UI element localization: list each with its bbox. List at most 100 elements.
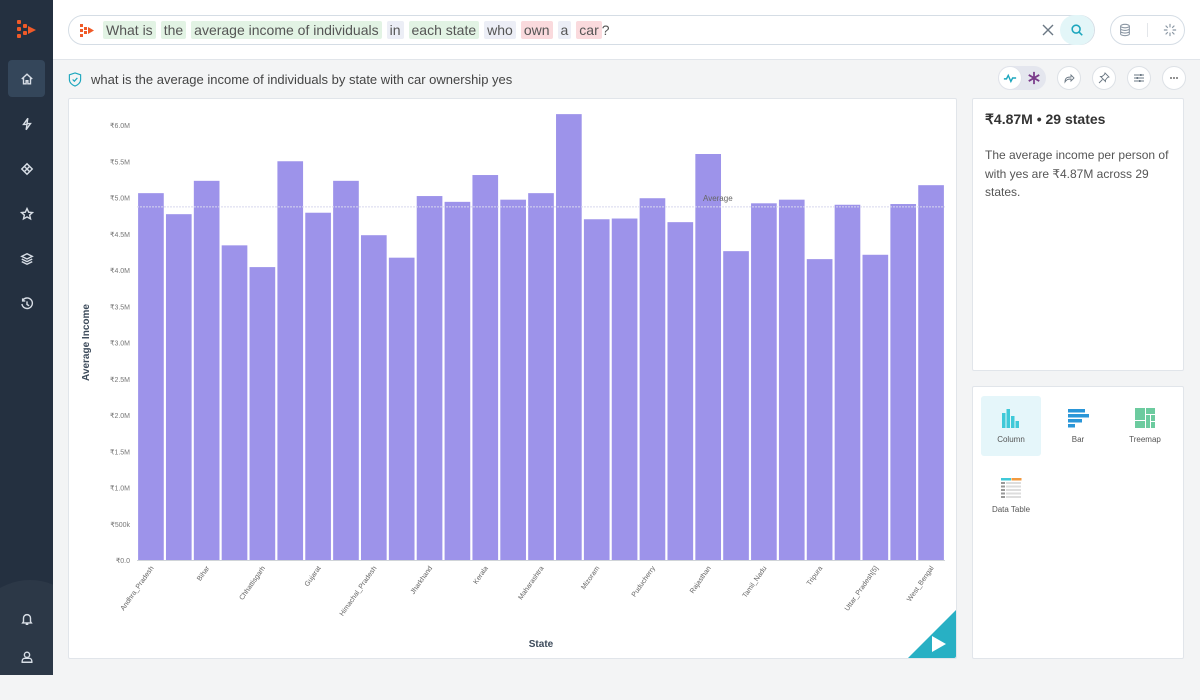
view-mode-toggle[interactable]: [998, 66, 1046, 90]
search-token[interactable]: who: [484, 21, 516, 39]
bar[interactable]: [277, 161, 304, 560]
summary-headline: ₹4.87M • 29 states: [985, 111, 1106, 127]
bar[interactable]: [138, 193, 164, 560]
x-tick-label: Jharkhand: [410, 565, 435, 596]
search-bar[interactable]: What is the average income of individuals i…: [68, 15, 1095, 45]
diamond-grid-icon: [20, 162, 33, 175]
search-token[interactable]: own: [520, 21, 553, 39]
viz-option-label: Treemap: [1129, 435, 1161, 444]
asterisk-icon: [1028, 71, 1040, 85]
bar[interactable]: [611, 218, 638, 560]
column-chart: ₹0.0 ₹500k ₹1.0M ₹1.5M ₹2.0M ₹2.5M ₹3.0M ₹3.5M ₹…: [81, 114, 945, 650]
clear-search-icon[interactable]: [1040, 22, 1056, 38]
y-tick-label: ₹5.5M: [110, 158, 130, 166]
bar[interactable]: [305, 212, 331, 560]
viz-option-treemap[interactable]: Treemap: [1115, 396, 1175, 456]
bar[interactable]: [890, 204, 917, 560]
toggle-insights-view[interactable]: [998, 66, 1022, 90]
y-tick-label: ₹6.0M: [110, 122, 130, 130]
search-token[interactable]: each state: [408, 21, 480, 39]
search-token[interactable]: the: [160, 21, 187, 39]
bar[interactable]: [723, 251, 749, 560]
search-token[interactable]: in: [386, 21, 404, 39]
bar[interactable]: [862, 254, 889, 560]
search-button[interactable]: [1060, 15, 1094, 45]
more-options-button[interactable]: [1162, 66, 1186, 90]
y-tick-label: ₹3.5M: [110, 303, 130, 311]
bar[interactable]: [695, 154, 722, 560]
x-tick-label: Kerala: [473, 565, 490, 586]
bar[interactable]: [444, 201, 471, 560]
bar[interactable]: [388, 257, 415, 560]
sliders-icon: [1134, 74, 1144, 82]
bar[interactable]: [472, 175, 499, 560]
search-icon: [1071, 24, 1083, 36]
average-label: Average: [703, 194, 733, 203]
pin-icon: [1098, 72, 1110, 84]
interpreted-query-text: what is the average income of individual…: [91, 71, 513, 87]
sidebar-item-insights[interactable]: [8, 105, 45, 142]
bar[interactable]: [416, 196, 443, 561]
x-tick-label: Maharashtra: [517, 565, 545, 601]
sidebar-item-profile[interactable]: [8, 638, 45, 675]
bar[interactable]: [667, 222, 694, 560]
pin-button[interactable]: [1092, 66, 1116, 90]
bar[interactable]: [165, 214, 192, 561]
share-button[interactable]: [1057, 66, 1081, 90]
sidebar-item-history[interactable]: [8, 285, 45, 322]
bar[interactable]: [500, 199, 526, 561]
sidebar-item-datasets[interactable]: [8, 240, 45, 277]
search-query-tokens[interactable]: What is the average income of individuals i…: [103, 21, 615, 39]
bar[interactable]: [333, 180, 359, 560]
y-tick-label: ₹1.0M: [110, 485, 130, 493]
star-icon: [19, 206, 34, 220]
bar[interactable]: [360, 235, 387, 560]
more-dots-icon: [1170, 77, 1178, 79]
home-icon: [20, 72, 33, 85]
toggle-ai-view[interactable]: [1022, 71, 1046, 85]
x-tick-label: Gujarat: [304, 565, 323, 588]
data-table-icon: [1001, 478, 1022, 498]
play-insights-icon[interactable]: [908, 610, 956, 658]
database-icon[interactable]: [1118, 23, 1132, 37]
history-icon: [20, 296, 33, 309]
bar[interactable]: [556, 114, 582, 560]
bar[interactable]: [806, 259, 833, 560]
search-token[interactable]: What is: [103, 21, 156, 39]
x-tick-label: Mizoram: [580, 565, 601, 591]
viz-option-bar[interactable]: Bar: [1048, 396, 1108, 456]
bar[interactable]: [834, 204, 861, 560]
bar[interactable]: [583, 219, 610, 560]
summary-description: The average income per person of with ye…: [985, 148, 1169, 199]
bar[interactable]: [249, 267, 276, 560]
search-token[interactable]: average income of individuals: [191, 21, 382, 39]
chart-card: ₹0.0 ₹500k ₹1.0M ₹1.5M ₹2.0M ₹2.5M ₹3.0M ₹3.5M ₹…: [68, 98, 957, 659]
bar[interactable]: [639, 198, 666, 560]
column-chart-icon: [1002, 409, 1019, 428]
summary-card: ₹4.87M • 29 states The average income pe…: [972, 98, 1184, 371]
sidebar-item-favorites[interactable]: [8, 195, 45, 232]
viz-option-column[interactable]: Column: [981, 396, 1041, 456]
sparkle-settings-icon[interactable]: [1163, 23, 1177, 37]
x-tick-label: Rajasthan: [689, 565, 713, 595]
filters-button[interactable]: [1127, 66, 1151, 90]
bar[interactable]: [751, 203, 777, 561]
search-token[interactable]: car: [576, 21, 602, 39]
viz-option-data-table[interactable]: Data Table: [981, 466, 1041, 526]
sidebar-item-home[interactable]: [8, 60, 45, 97]
brand-logo-icon[interactable]: [14, 18, 38, 42]
bar[interactable]: [221, 245, 248, 560]
x-tick-label: Chhattisgarh: [239, 565, 268, 602]
interpreted-query-row: what is the average income of individual…: [68, 70, 512, 88]
search-token[interactable]: ?: [602, 21, 610, 39]
bar[interactable]: [193, 180, 220, 560]
bar[interactable]: [528, 193, 554, 560]
bar[interactable]: [918, 185, 944, 561]
bar[interactable]: [778, 199, 805, 561]
layers-icon: [19, 252, 34, 265]
y-tick-label: ₹0.0: [116, 557, 130, 565]
sidebar-item-models[interactable]: [8, 150, 45, 187]
data-source-controls: [1110, 15, 1185, 45]
search-token[interactable]: a: [557, 21, 572, 39]
sidebar-item-notifications[interactable]: [8, 600, 45, 637]
